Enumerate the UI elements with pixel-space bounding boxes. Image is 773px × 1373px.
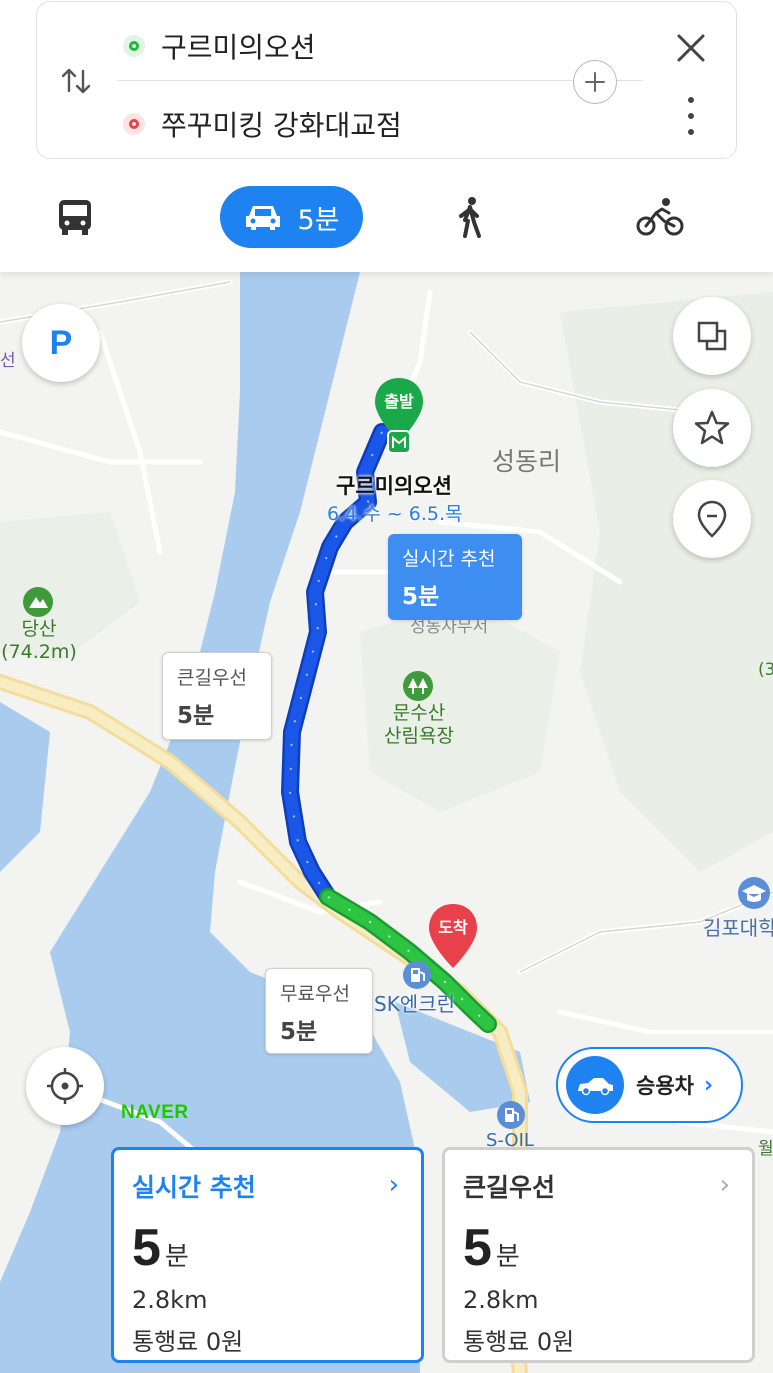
- location-pin-icon: [697, 500, 727, 538]
- forest-label: 문수산 산림욕장: [384, 702, 454, 747]
- origin-date-label: 6.4.수 ~ 6.5.목: [327, 503, 463, 525]
- route-card-bigroad[interactable]: 큰길우선 › 5 분 2.8km 통행료 0원: [442, 1147, 755, 1363]
- route-header: 구르미의오션 쭈꾸미킹 강화대교점 5분: [0, 0, 773, 272]
- layers-button[interactable]: [673, 297, 751, 375]
- bubble-title: 큰길우선: [177, 667, 247, 689]
- chevron-right-icon: ›: [719, 1170, 730, 1200]
- bubble-time: 5분: [402, 584, 440, 610]
- building-icon: [387, 430, 411, 454]
- naver-logo: NAVER: [121, 1102, 189, 1123]
- origin-map-label: 구르미의오션: [336, 474, 452, 498]
- divider: [117, 80, 643, 81]
- parking-button[interactable]: P: [22, 304, 100, 382]
- more-vertical-icon[interactable]: [681, 94, 701, 138]
- add-waypoint-button[interactable]: [573, 60, 617, 104]
- destination-text: 쭈꾸미킹 강화대교점: [161, 109, 402, 142]
- gas-station-icon: [497, 1101, 525, 1129]
- tab-walk[interactable]: [450, 186, 490, 248]
- car-type-label: 승용차: [636, 1074, 694, 1098]
- chevron-right-icon: ›: [388, 1170, 399, 1200]
- route-bubble-free[interactable]: 무료우선 5분: [265, 968, 373, 1054]
- sedan-icon: [566, 1056, 624, 1114]
- bubble-title: 실시간 추천: [402, 548, 496, 570]
- route-card-toll: 통행료 0원: [132, 1328, 244, 1356]
- sk-gas-label: SK엔크린: [374, 992, 456, 1016]
- route-card-realtime[interactable]: 실시간 추천 › 5 분 2.8km 통행료 0원: [111, 1147, 424, 1363]
- bicycle-icon: [636, 198, 684, 236]
- destination-dot-icon: [123, 113, 145, 135]
- bubble-title: 무료우선: [280, 983, 350, 1005]
- route-card-distance: 2.8km: [463, 1286, 539, 1314]
- village-label: 성동리: [492, 447, 562, 476]
- crosshair-icon: [47, 1068, 83, 1104]
- end-marker[interactable]: 도착: [427, 902, 479, 972]
- origin-dot-icon: [123, 35, 145, 57]
- mountain-icon: [23, 587, 53, 617]
- route-bubble-realtime[interactable]: 실시간 추천 5분: [388, 534, 522, 620]
- tab-car[interactable]: 5분: [220, 186, 363, 248]
- car-type-button[interactable]: 승용차 ›: [556, 1047, 743, 1123]
- swap-icon[interactable]: [59, 64, 93, 98]
- end-marker-label: 도착: [438, 918, 468, 937]
- school-icon: [738, 877, 770, 909]
- bubble-time: 5분: [177, 703, 215, 729]
- location-pin-button[interactable]: [673, 480, 751, 558]
- partial-label-left: 선: [0, 351, 16, 371]
- map-view[interactable]: 성동리 선 (3 월 성동사무서 당산 (74.2m) 문수산 산림욕장 김포대…: [0, 272, 773, 1373]
- school-label: 김포대학: [703, 916, 773, 940]
- car-time-label: 5분: [297, 204, 340, 236]
- route-card-time: 5 분: [463, 1219, 520, 1277]
- origin-text: 구르미의오션: [161, 31, 316, 64]
- star-icon: [694, 410, 730, 445]
- tab-transit[interactable]: [54, 186, 96, 248]
- destination-field[interactable]: 쭈꾸미킹 강화대교점: [123, 104, 402, 144]
- start-marker-label: 출발: [384, 392, 414, 411]
- layers-icon: [697, 321, 727, 351]
- parking-icon: P: [49, 323, 73, 362]
- walk-icon: [459, 197, 481, 238]
- plus-icon: [585, 72, 605, 92]
- route-card-title: 실시간 추천: [132, 1173, 256, 1202]
- favorite-button[interactable]: [673, 389, 751, 467]
- route-card-title: 큰길우선: [463, 1173, 556, 1202]
- route-input-box: 구르미의오션 쭈꾸미킹 강화대교점: [36, 1, 737, 159]
- forest-icon: [403, 671, 433, 701]
- route-card-toll: 통행료 0원: [463, 1328, 575, 1356]
- current-location-button[interactable]: [26, 1047, 104, 1125]
- origin-field[interactable]: 구르미의오션: [123, 26, 316, 66]
- route-bubble-bigroad[interactable]: 큰길우선 5분: [162, 652, 272, 740]
- chevron-right-icon: ›: [703, 1072, 714, 1098]
- route-card-time: 5 분: [132, 1219, 189, 1277]
- mountain-label: 당산 (74.2m): [1, 618, 77, 663]
- close-icon[interactable]: [671, 28, 711, 68]
- partial-label-right: (3: [758, 660, 773, 680]
- bubble-time: 5분: [280, 1019, 318, 1045]
- transport-mode-tabs: 5분: [0, 186, 773, 252]
- partial-label-right-2: 월: [758, 1139, 773, 1159]
- car-icon: [246, 206, 281, 230]
- route-card-distance: 2.8km: [132, 1286, 208, 1314]
- tab-bicycle[interactable]: [636, 186, 684, 248]
- bus-icon: [59, 200, 91, 235]
